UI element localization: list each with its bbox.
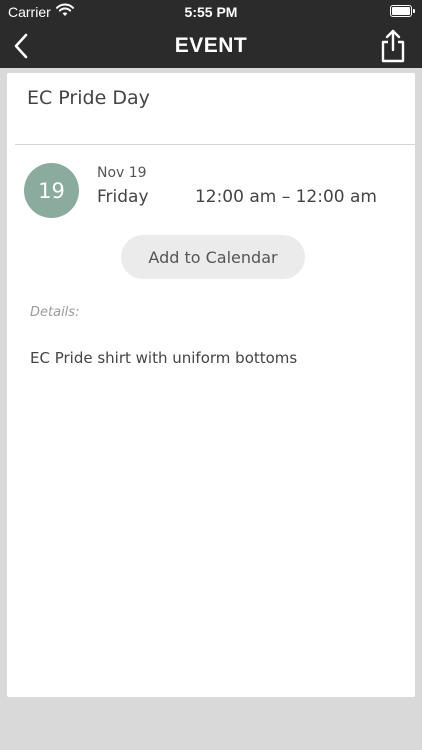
event-title: EC Pride Day	[27, 87, 150, 109]
day-badge: 19	[24, 163, 79, 218]
event-time-range: 12:00 am – 12:00 am	[194, 187, 377, 207]
share-icon[interactable]	[378, 28, 408, 64]
navigation-bar: EVENT	[0, 24, 422, 68]
status-time: 5:55 PM	[184, 4, 238, 20]
details-text: EC Pride shirt with uniform bottoms	[30, 349, 298, 367]
event-weekday: Friday	[97, 187, 149, 207]
divider	[15, 144, 415, 145]
details-label: Details:	[30, 305, 80, 320]
event-date: Nov 19	[97, 165, 147, 181]
event-card: EC Pride Day 19 Nov 19 Friday 12:00 am –…	[7, 73, 415, 697]
status-bar: Carrier 5:55 PM	[0, 0, 422, 24]
add-to-calendar-label: Add to Calendar	[148, 247, 278, 267]
page-title: EVENT	[174, 34, 248, 57]
battery-icon	[390, 5, 415, 17]
add-to-calendar-button[interactable]: Add to Calendar	[121, 235, 305, 279]
day-number: 19	[38, 178, 65, 203]
